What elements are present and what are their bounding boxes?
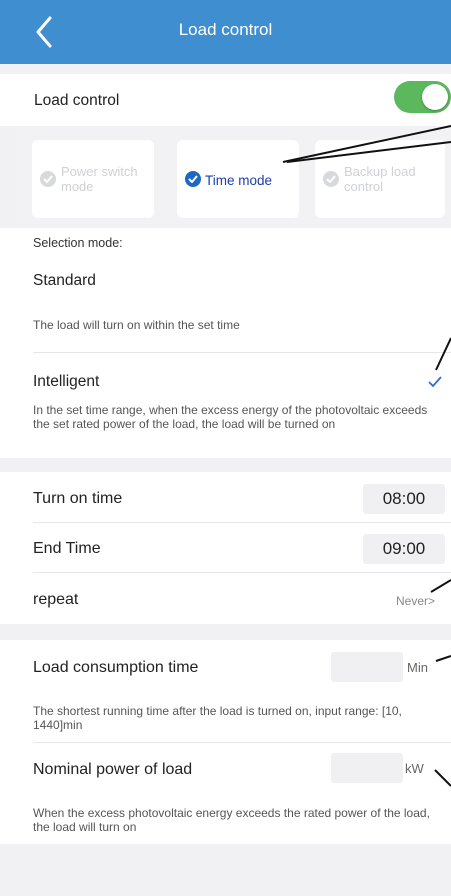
nominal-power-input[interactable] bbox=[331, 753, 403, 783]
repeat-label: repeat bbox=[33, 591, 79, 608]
consumption-unit: Min bbox=[407, 660, 428, 675]
option-standard[interactable]: Standard bbox=[33, 272, 96, 290]
divider bbox=[33, 572, 451, 573]
option-intelligent[interactable]: Intelligent bbox=[33, 373, 99, 391]
mode-card-backup[interactable]: Backup load control bbox=[315, 140, 445, 218]
mode-card-power-switch[interactable]: Power switch mode bbox=[32, 140, 154, 218]
divider bbox=[33, 352, 451, 353]
power-unit: kW bbox=[405, 761, 424, 776]
selection-section: Selection mode: Standard The load will t… bbox=[0, 228, 451, 458]
option-intelligent-description: In the set time range, when the excess e… bbox=[33, 403, 428, 431]
mode-card-time[interactable]: Time mode bbox=[177, 140, 299, 218]
end-time-label: End Time bbox=[33, 540, 101, 557]
check-circle-icon bbox=[323, 171, 339, 187]
mode-label: Time mode bbox=[205, 173, 273, 188]
turn-on-time-label: Turn on time bbox=[33, 490, 123, 507]
divider bbox=[33, 742, 451, 743]
header-bar: Load control bbox=[0, 0, 451, 64]
check-circle-icon bbox=[185, 171, 201, 187]
repeat-value[interactable]: Never> bbox=[396, 594, 435, 608]
page-title: Load control bbox=[178, 20, 273, 39]
schedule-section: Turn on time 08:00 End Time 09:00 repeat… bbox=[0, 472, 451, 624]
check-circle-icon bbox=[40, 171, 56, 187]
option-standard-description: The load will turn on within the set tim… bbox=[33, 318, 240, 332]
consumption-time-input[interactable] bbox=[331, 652, 403, 682]
consumption-time-label: Load consumption time bbox=[33, 659, 199, 676]
toggle-knob bbox=[422, 84, 448, 110]
divider bbox=[33, 522, 451, 523]
consumption-help: The shortest running time after the load… bbox=[33, 704, 402, 732]
power-help: When the excess photovoltaic energy exce… bbox=[33, 806, 430, 834]
mode-label: Backup load control bbox=[344, 164, 416, 194]
nominal-power-label: Nominal power of load bbox=[33, 761, 193, 778]
load-control-label: Load control bbox=[34, 92, 120, 109]
checkmark-icon bbox=[428, 376, 442, 387]
selection-heading: Selection mode: bbox=[33, 236, 123, 250]
load-settings-section: Load consumption time Min The shortest r… bbox=[0, 640, 451, 844]
turn-on-time-value[interactable]: 08:00 bbox=[363, 484, 445, 514]
mode-label: Power switch mode bbox=[61, 164, 138, 194]
load-control-row: Load control bbox=[0, 74, 451, 126]
load-control-toggle[interactable] bbox=[394, 81, 451, 113]
end-time-value[interactable]: 09:00 bbox=[363, 534, 445, 564]
